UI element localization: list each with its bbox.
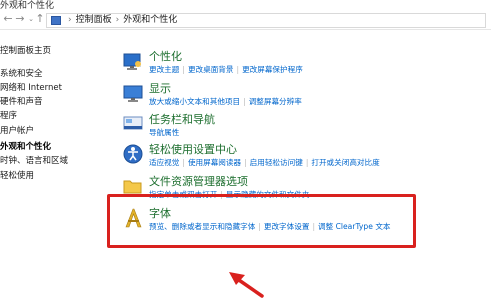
taskbar-links: 导航属性 — [149, 128, 179, 138]
sidebar-item-system-security[interactable]: 系统和安全 — [0, 69, 43, 80]
taskbar-icon — [123, 116, 143, 130]
ease-of-access-icon — [123, 144, 143, 164]
ease-of-access-links: 适应视觉 | 使用屏幕阅读器 | 启用轻松访问键 | 打开或关闭高对比度 — [149, 158, 380, 168]
pointer-arrow-icon — [229, 272, 264, 298]
link-divider: | — [182, 65, 185, 74]
access-keys-link[interactable]: 启用轻松访问键 — [250, 158, 303, 167]
screen-reader-link[interactable]: 使用屏幕阅读器 — [188, 158, 241, 167]
link-divider: | — [236, 65, 240, 74]
vision-link[interactable]: 适应视觉 — [149, 158, 179, 167]
high-contrast-link[interactable]: 打开或关闭高对比度 — [311, 158, 379, 167]
breadcrumb-appearance[interactable]: 外观和个性化 — [123, 14, 177, 27]
sidebar-item-programs[interactable]: 程序 — [0, 111, 17, 122]
link-divider: | — [243, 97, 246, 106]
navigation-properties-link[interactable]: 导航属性 — [149, 128, 179, 137]
ease-of-access-title[interactable]: 轻松使用设置中心 — [149, 143, 237, 156]
breadcrumb-separator-icon: › — [68, 15, 72, 25]
sidebar-item-appearance[interactable]: 外观和个性化 — [0, 142, 51, 153]
window-title: 外观和个性化 — [0, 1, 55, 11]
text-size-link[interactable]: 放大或缩小文本和其他项目 — [149, 97, 240, 106]
up-arrow-icon[interactable]: ↑ — [34, 12, 46, 26]
breadcrumb-control-panel[interactable]: 控制面板 — [76, 14, 112, 27]
taskbar-title[interactable]: 任务栏和导航 — [149, 113, 215, 126]
sidebar-item-user-accounts[interactable]: 用户帐户 — [0, 126, 34, 137]
back-arrow-icon[interactable]: ← — [2, 12, 14, 26]
display-title[interactable]: 显示 — [149, 82, 171, 95]
change-theme-link[interactable]: 更改主题 — [149, 65, 179, 74]
display-links: 放大或缩小文本和其他项目 | 调整屏幕分辨率 — [149, 97, 302, 107]
link-divider: | — [244, 158, 247, 167]
sidebar-item-hardware-sound[interactable]: 硬件和声音 — [0, 97, 43, 108]
sidebar-item-network[interactable]: 网络和 Internet — [0, 83, 62, 94]
change-background-link[interactable]: 更改桌面背景 — [188, 65, 234, 74]
sidebar-item-clock-language[interactable]: 时钟、语言和区域 — [0, 156, 68, 167]
personalization-links: 更改主题 | 更改桌面背景 | 更改屏幕保护程序 — [149, 65, 303, 75]
breadcrumb-separator-icon: › — [115, 15, 120, 25]
change-screensaver-link[interactable]: 更改屏幕保护程序 — [242, 65, 303, 74]
address-bar: ← → ⌄ ↑ › 控制面板 › 外观和个性化 — [0, 11, 491, 30]
display-icon — [123, 85, 143, 102]
link-divider: | — [182, 158, 185, 167]
personalization-icon — [123, 53, 141, 70]
personalization-title[interactable]: 个性化 — [149, 50, 182, 63]
address-field[interactable]: › 控制面板 › 外观和个性化 — [46, 13, 486, 28]
sidebar-item-ease-of-access[interactable]: 轻松使用 — [0, 171, 34, 182]
link-divider: | — [305, 158, 309, 167]
file-explorer-title[interactable]: 文件资源管理器选项 — [149, 175, 248, 188]
control-panel-icon — [51, 16, 61, 25]
resolution-link[interactable]: 调整屏幕分辨率 — [249, 97, 302, 106]
sidebar-item-home[interactable]: 控制面板主页 — [0, 46, 51, 57]
highlight-box — [107, 194, 416, 248]
